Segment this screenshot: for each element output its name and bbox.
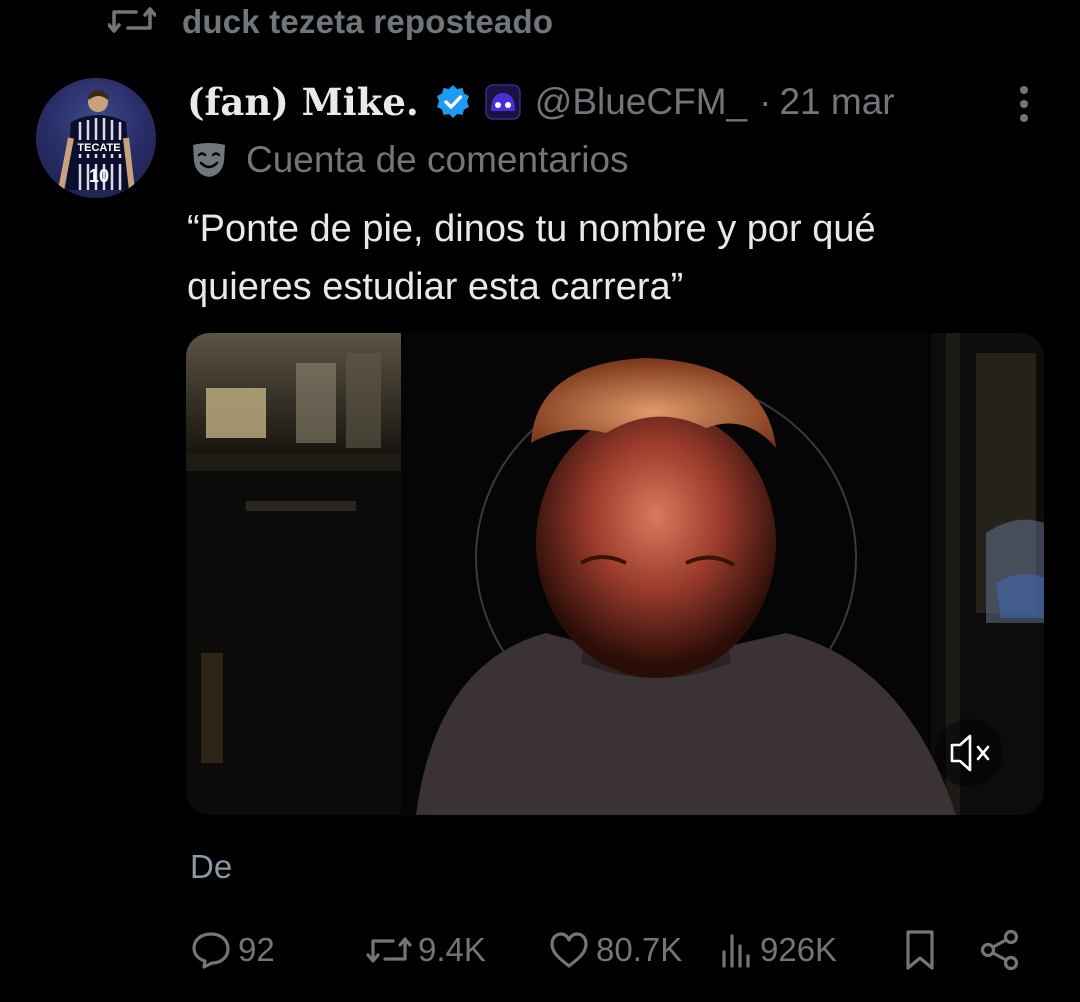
bookmark-button[interactable] [902,922,938,978]
separator-dot: · [759,81,772,122]
reply-button[interactable]: 92 [190,922,275,978]
video-frame [186,333,1044,815]
from-label[interactable]: De [190,848,232,886]
heart-icon [548,930,590,970]
views-button[interactable]: 926K [720,922,837,978]
repost-count: 9.4K [418,931,486,968]
mute-icon[interactable] [935,719,1003,787]
repost-icon [107,4,157,41]
bookmark-icon [902,928,938,972]
like-count: 80.7K [596,931,683,968]
author-name[interactable]: (fan) Mike. [187,80,419,124]
account-label-text: Cuenta de comentarios [246,139,629,180]
tweet-date[interactable]: 21 mar [779,81,894,123]
repost-indicator[interactable]: duck tezeta reposteado [107,0,554,44]
reply-count: 92 [238,931,275,968]
repost-icon [366,932,412,968]
tweet-text: “Ponte de pie, dinos tu nombre y por qué… [187,200,1047,316]
more-options-icon[interactable] [1012,82,1036,126]
views-icon [720,930,754,970]
video-player[interactable] [186,333,1044,815]
verified-icon [435,84,471,120]
share-icon [978,928,1022,972]
account-label: Cuenta de comentarios [190,136,629,184]
author-handle[interactable]: @BlueCFM_ [535,81,747,123]
repost-button[interactable]: 9.4K [366,922,486,978]
svg-text:10: 10 [89,166,109,186]
theater-masks-icon [190,141,228,179]
tweet-header: (fan) Mike. @BlueCFM_ · 21 mar [187,74,895,130]
affiliate-badge-icon [485,84,521,120]
share-button[interactable] [978,922,1022,978]
like-button[interactable]: 80.7K [548,922,682,978]
repost-label: duck tezeta reposteado [182,3,554,40]
reply-icon [190,929,232,971]
avatar[interactable]: TECATE 10 [36,78,156,198]
tweet-text-line: quieres estudiar esta carrera” [187,266,684,308]
views-count: 926K [760,931,838,968]
tweet-text-line: “Ponte de pie, dinos tu nombre y por qué [187,208,876,250]
svg-text:TECATE: TECATE [77,142,120,154]
tweet-actions: 92 9.4K 80.7K 926K [190,922,1030,978]
